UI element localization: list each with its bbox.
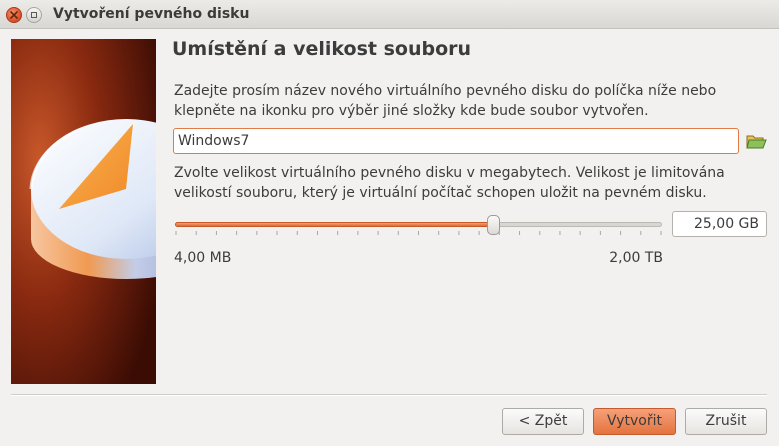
- size-slider[interactable]: [173, 214, 664, 238]
- name-description: Zadejte prosím název nového virtuálního …: [174, 83, 717, 119]
- window-title: Vytvoření pevného disku: [53, 6, 250, 22]
- close-button[interactable]: [6, 7, 22, 23]
- folder-select-button[interactable]: [745, 130, 767, 152]
- folder-open-icon: [746, 135, 767, 149]
- cancel-button[interactable]: Zrušit: [685, 408, 767, 435]
- size-input[interactable]: 25,00 GB: [672, 211, 767, 237]
- size-description: Zvolte velikost virtuálního pevného disk…: [174, 165, 725, 201]
- disk-name-input[interactable]: [173, 128, 739, 154]
- slider-fill: [175, 222, 494, 227]
- back-button[interactable]: < Zpět: [502, 408, 584, 435]
- max-size-label: 2,00 TB: [609, 250, 663, 266]
- button-separator: [11, 394, 767, 396]
- hard-disk-wizard-image: [11, 39, 156, 384]
- minimize-icon: [31, 12, 37, 18]
- page-title: Umístění a velikost souboru: [172, 38, 472, 60]
- title-bar: Vytvoření pevného disku: [0, 0, 779, 29]
- close-icon: [10, 11, 18, 19]
- create-button[interactable]: Vytvořit: [593, 408, 676, 435]
- min-size-label: 4,00 MB: [174, 250, 232, 266]
- slider-ticks: [175, 231, 662, 235]
- minimize-button[interactable]: [26, 7, 42, 23]
